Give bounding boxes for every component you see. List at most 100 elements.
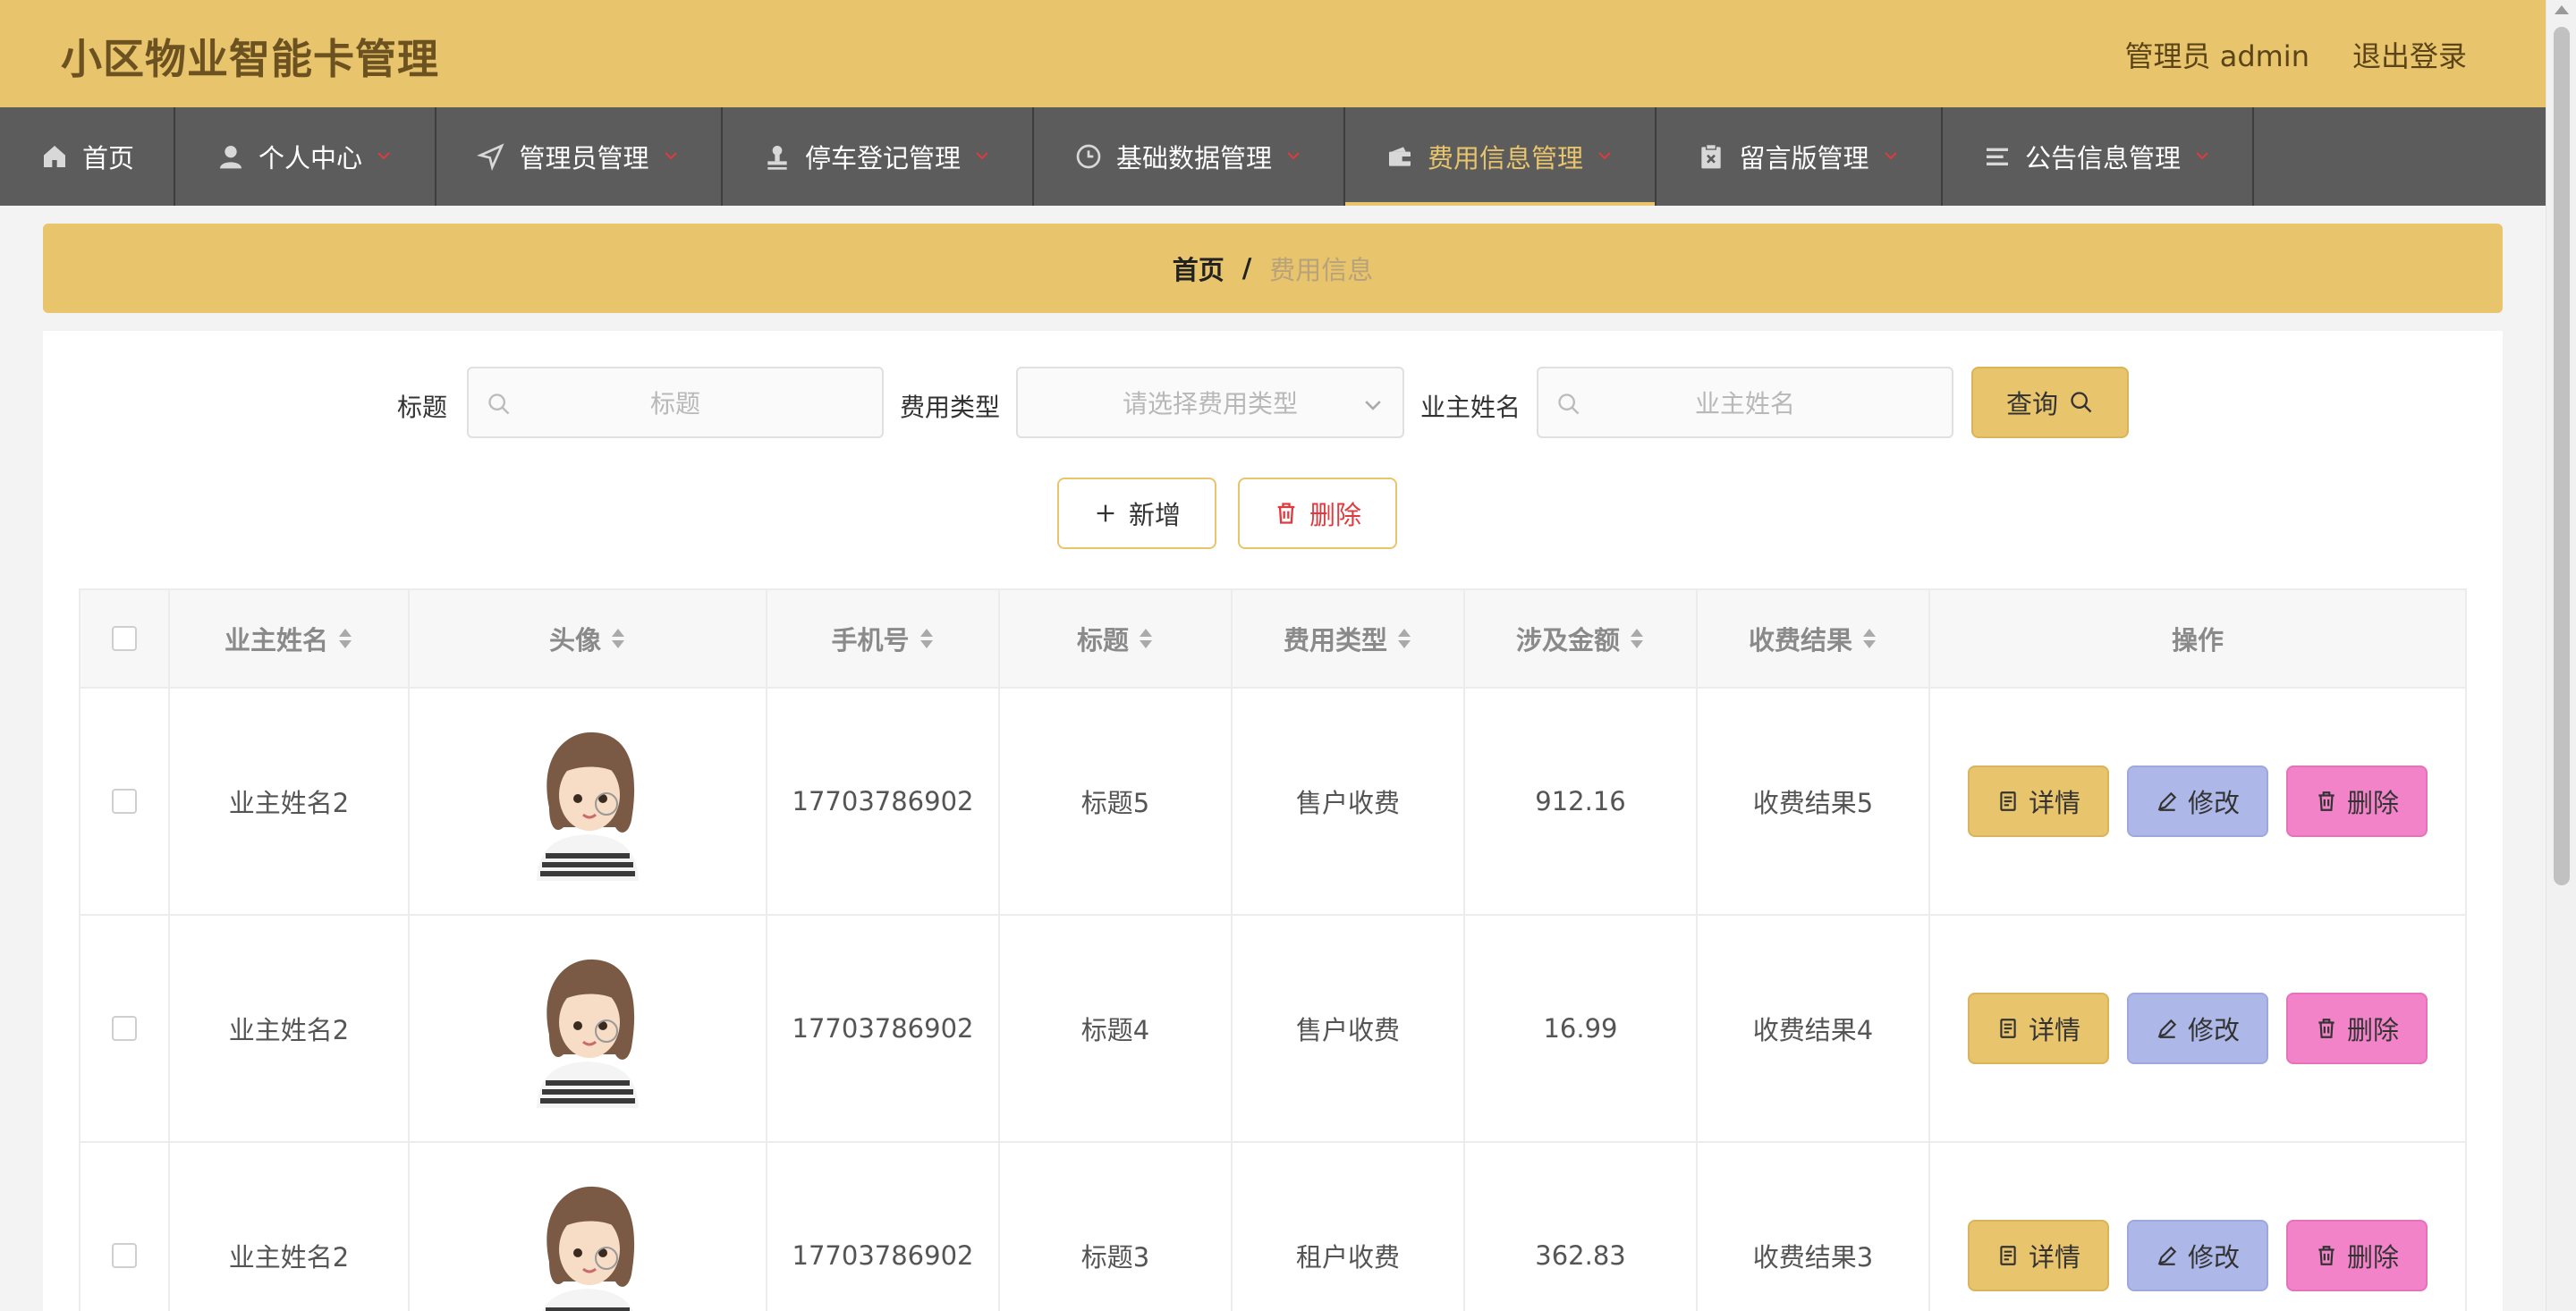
avatar[interactable] [530, 1176, 646, 1311]
avatar-cell [410, 1143, 767, 1311]
row-select-cell [80, 916, 170, 1141]
breadcrumb: 首页 / 费用信息 [43, 224, 2503, 313]
edit-button[interactable]: 修改 [2127, 1220, 2268, 1291]
header-label: 头像 [548, 625, 601, 656]
select-all-cell [80, 590, 170, 687]
row-select-cell [80, 1143, 170, 1311]
header-label: 费用类型 [1283, 625, 1387, 656]
nav-item-announcement[interactable]: 公告信息管理 [1943, 107, 2254, 206]
table-row: 业主姓名2 17703786902 标题4 售户收费 16.99 收费结果4 详… [80, 916, 2465, 1143]
admin-label: 管理员 admin [2124, 39, 2309, 73]
row-checkbox[interactable] [112, 789, 137, 814]
detail-button[interactable]: 详情 [1968, 993, 2109, 1064]
select-all-checkbox[interactable] [112, 626, 137, 651]
delete-button[interactable]: 删除 [2286, 765, 2428, 837]
table-header: 业主姓名 头像 手机号 标题 费用类型 涉及金额 收费结果 操作 [80, 590, 2465, 689]
column-header-amount[interactable]: 涉及金额 [1465, 590, 1698, 687]
nav-item-personal-center[interactable]: 个人中心 [175, 107, 436, 206]
stamp-icon [762, 141, 792, 172]
delete-button[interactable]: 删除 [2286, 993, 2428, 1064]
sort-icon [919, 627, 935, 650]
chevron-down-icon [662, 147, 682, 166]
scroll-up-arrow-icon[interactable] [2555, 5, 2569, 14]
owner-name-input[interactable]: 业主姓名 [1537, 367, 1953, 438]
document-icon [2000, 1246, 2016, 1265]
column-header-phone[interactable]: 手机号 [767, 590, 1000, 687]
fee-type-select[interactable]: 请选择费用类型 [1016, 367, 1404, 438]
nav-item-parking[interactable]: 停车登记管理 [723, 107, 1034, 206]
header-label: 涉及金额 [1515, 625, 1620, 656]
delete-label: 删除 [2346, 788, 2399, 818]
clock-icon [1073, 141, 1104, 172]
query-label: 查询 [2005, 389, 2058, 419]
title-placeholder: 标题 [649, 389, 700, 419]
title-input[interactable]: 标题 [467, 367, 884, 438]
row-checkbox[interactable] [112, 1243, 137, 1268]
column-header-title[interactable]: 标题 [1000, 590, 1233, 687]
fee-type-cell: 售户收费 [1233, 916, 1465, 1141]
search-icon [1558, 393, 1580, 415]
nav-item-admin-manage[interactable]: 管理员管理 [436, 107, 723, 206]
breadcrumb-home[interactable]: 首页 [1173, 250, 1224, 287]
sort-icon [1396, 627, 1412, 650]
owner-name-placeholder: 业主姓名 [1694, 389, 1795, 419]
app-header: 小区物业智能卡管理 管理员 admin 退出登录 [0, 0, 2546, 107]
sort-icon [1629, 627, 1645, 650]
sort-icon [610, 627, 626, 650]
avatar[interactable] [530, 949, 646, 1108]
logout-button[interactable]: 退出登录 [2352, 34, 2467, 75]
nav-item-fee-info[interactable]: 费用信息管理 [1345, 107, 1657, 206]
batch-delete-button[interactable]: 删除 [1238, 478, 1397, 549]
actions-cell: 详情 修改 删除 [1930, 1143, 2465, 1311]
nav-item-home[interactable]: 首页 [0, 107, 175, 206]
nav-label: 个人中心 [258, 143, 362, 173]
user-icon [216, 141, 246, 172]
row-checkbox[interactable] [112, 1016, 137, 1041]
detail-label: 详情 [2028, 1242, 2080, 1273]
detail-button[interactable]: 详情 [1968, 765, 2109, 837]
title-field-label: 标题 [397, 393, 448, 422]
owner-cell: 业主姓名2 [170, 1143, 410, 1311]
detail-button[interactable]: 详情 [1968, 1220, 2109, 1291]
page-scrollbar[interactable] [2546, 0, 2576, 1311]
nav-item-message-board[interactable]: 留言版管理 [1657, 107, 1943, 206]
sort-icon [1861, 627, 1877, 650]
result-cell: 收费结果4 [1698, 916, 1930, 1141]
app-title: 小区物业智能卡管理 [61, 35, 439, 83]
edit-icon [2157, 1019, 2177, 1038]
detail-label: 详情 [2028, 1015, 2080, 1045]
clipboard-icon [1696, 141, 1726, 172]
column-header-avatar[interactable]: 头像 [410, 590, 767, 687]
phone-cell: 17703786902 [767, 689, 1000, 914]
edit-button[interactable]: 修改 [2127, 765, 2268, 837]
column-header-owner[interactable]: 业主姓名 [170, 590, 410, 687]
add-button[interactable]: 新增 [1057, 478, 1216, 549]
nav-label: 基础数据管理 [1115, 143, 1272, 173]
delete-button[interactable]: 删除 [2286, 1220, 2428, 1291]
home-icon [39, 141, 70, 172]
column-header-result[interactable]: 收费结果 [1698, 590, 1930, 687]
breadcrumb-separator: / [1241, 253, 1252, 283]
header-user-area: 管理员 admin 退出登录 [2125, 34, 2467, 75]
column-header-fee-type[interactable]: 费用类型 [1233, 590, 1465, 687]
title-cell: 标题4 [1000, 916, 1233, 1141]
avatar-cell [410, 916, 767, 1141]
actions-cell: 详情 修改 删除 [1930, 916, 2465, 1141]
plus-icon [1097, 504, 1114, 522]
document-icon [2000, 791, 2016, 811]
nav-label: 首页 [81, 143, 134, 173]
table-row: 业主姓名2 17703786902 标题5 售户收费 912.16 收费结果5 … [80, 689, 2465, 916]
chevron-down-icon [2193, 147, 2213, 166]
edit-button[interactable]: 修改 [2127, 993, 2268, 1064]
query-button[interactable]: 查询 [1971, 367, 2129, 438]
nav-item-base-data[interactable]: 基础数据管理 [1034, 107, 1345, 206]
sort-icon [337, 627, 353, 650]
nav-label: 费用信息管理 [1427, 143, 1583, 173]
chevron-down-icon [973, 147, 993, 166]
amount-cell: 362.83 [1465, 1143, 1698, 1311]
scrollbar-thumb[interactable] [2554, 27, 2570, 885]
wallet-icon [1385, 141, 1415, 172]
avatar[interactable] [530, 722, 646, 881]
avatar-cell [410, 689, 767, 914]
delete-label: 删除 [1309, 500, 1361, 530]
